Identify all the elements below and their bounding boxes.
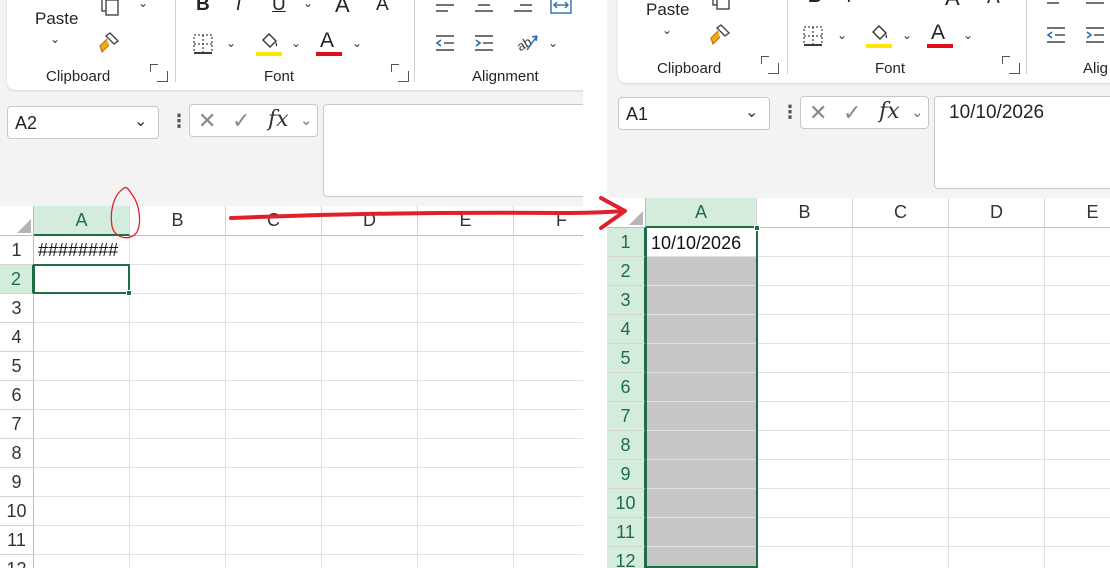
annotation-arrow-line: [229, 209, 626, 220]
annotation-overlay: [110, 186, 627, 239]
screenshot-canvas: Paste ⌄ ⌄ Clipboard B I U ⌄ A A ⌄ ⌄ A ⌄ …: [0, 0, 1110, 568]
annotation-circle: [110, 186, 141, 239]
